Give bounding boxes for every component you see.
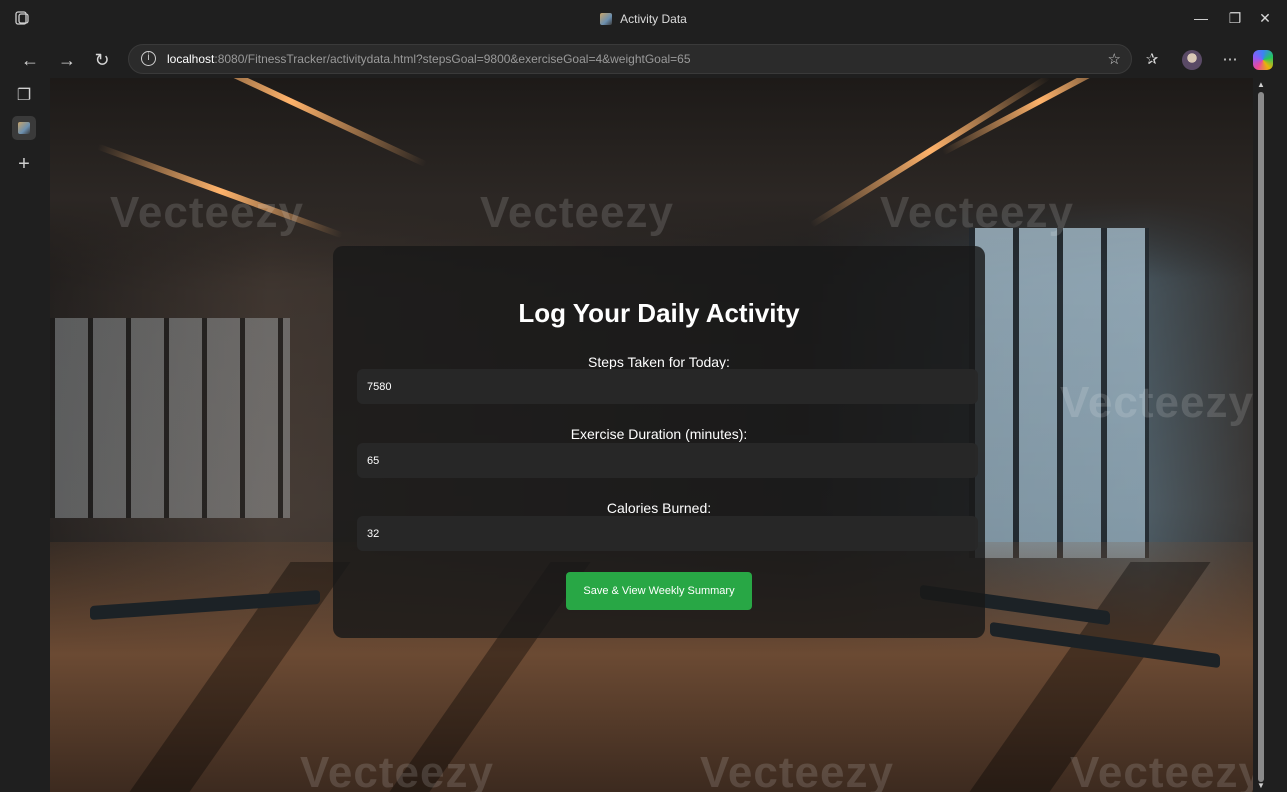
url-text[interactable]: localhost:8080/FitnessTracker/activityda…	[167, 52, 691, 66]
tab-actions-icon[interactable]: ❐	[14, 86, 34, 106]
url-host: localhost	[167, 52, 215, 66]
watermark: Vecteezy	[1060, 378, 1254, 427]
more-icon[interactable]: ⋯	[1218, 48, 1242, 72]
profile-avatar[interactable]	[1182, 50, 1202, 70]
watermark: Vecteezy	[700, 748, 894, 792]
url-path: :8080/FitnessTracker/activitydata.html?s…	[214, 52, 691, 66]
watermark: Vecteezy	[880, 188, 1074, 237]
maximize-icon[interactable]: ❐	[1225, 10, 1245, 27]
active-tab-title[interactable]: Activity Data	[0, 12, 1287, 26]
tab-title-text: Activity Data	[620, 12, 687, 26]
watermark: Vecteezy	[110, 188, 304, 237]
scroll-up-icon[interactable]: ▲	[1256, 80, 1266, 89]
title-bar: Activity Data — ❐ ✕	[0, 0, 1287, 40]
page-viewport: Vecteezy Vecteezy Vecteezy Vecteezy Vect…	[50, 78, 1269, 792]
calories-burned-label: Calories Burned:	[606, 500, 712, 516]
save-and-view-summary-button[interactable]: Save & View Weekly Summary	[566, 572, 752, 610]
new-tab-icon[interactable]: +	[14, 154, 34, 174]
scroll-down-icon[interactable]: ▼	[1256, 781, 1266, 790]
tab-favicon	[18, 122, 30, 134]
close-icon[interactable]: ✕	[1255, 10, 1275, 27]
exercise-duration-label: Exercise Duration (minutes):	[570, 426, 748, 442]
address-bar[interactable]: i localhost:8080/FitnessTracker/activity…	[128, 44, 1132, 74]
favorites-icon[interactable]: ✰	[1140, 48, 1164, 72]
steps-input[interactable]	[357, 369, 978, 404]
steps-label: Steps Taken for Today:	[588, 354, 730, 370]
page-scrollbar[interactable]: ▲ ▼	[1253, 78, 1269, 792]
copilot-icon[interactable]	[1253, 50, 1273, 70]
watermark: Vecteezy	[300, 748, 494, 792]
vertical-tab-sidebar: ❐ +	[0, 80, 48, 792]
minimize-icon[interactable]: —	[1191, 10, 1211, 26]
forward-icon[interactable]: →	[55, 48, 79, 72]
sidebar-tab-activity-data[interactable]	[12, 116, 36, 140]
exercise-duration-input[interactable]	[357, 443, 978, 478]
watermark: Vecteezy	[480, 188, 674, 237]
background-window-left	[50, 318, 290, 518]
navigation-bar: ← → ↻ i localhost:8080/FitnessTracker/ac…	[0, 40, 1287, 80]
activity-form-card: Log Your Daily Activity Steps Taken for …	[333, 246, 985, 638]
scrollbar-thumb[interactable]	[1258, 92, 1264, 782]
watermark: Vecteezy	[1070, 748, 1264, 792]
info-icon[interactable]: i	[141, 51, 156, 66]
refresh-icon[interactable]: ↻	[90, 48, 114, 72]
tab-favicon	[600, 13, 613, 25]
back-icon[interactable]: ←	[18, 48, 42, 72]
favorite-star-icon[interactable]: ☆	[1108, 50, 1121, 68]
calories-burned-input[interactable]	[357, 516, 978, 551]
page-title: Log Your Daily Activity	[518, 298, 800, 328]
